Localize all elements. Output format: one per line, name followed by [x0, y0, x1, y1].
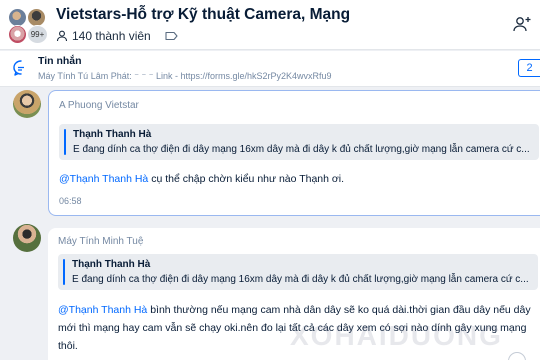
quoted-text: E đang dính ca thợ điện đi dây mạng 16xm…	[72, 274, 529, 285]
member-avatar	[8, 25, 27, 44]
member-info[interactable]: 140 thành viên	[56, 29, 178, 43]
group-title[interactable]: Vietstars-Hỗ trợ Kỹ thuật Camera, Mạng	[56, 6, 350, 24]
pinned-title: Tin nhắn	[38, 55, 82, 67]
add-member-icon[interactable]	[512, 15, 532, 33]
quoted-message[interactable]: Thạnh Thanh Hà E đang dính ca thợ điện đ…	[58, 254, 538, 290]
chat-bubble-icon	[13, 60, 24, 76]
sender-name: Máy Tính Minh Tuệ	[58, 236, 144, 247]
mention-link[interactable]: @Thạnh Thanh Hà	[58, 304, 147, 316]
chat-header: 99+ Vietstars-Hỗ trợ Kỹ thuật Camera, Mạ…	[0, 0, 540, 50]
message-content: cụ thể chập chờn kiểu như nào Thạnh ơi.	[148, 173, 345, 185]
pinned-message-bar[interactable]: Tin nhắn Máy Tính Tú Lâm Phát: ⁻ ⁻ ⁻ Lin…	[0, 51, 540, 87]
tag-icon[interactable]	[165, 31, 178, 41]
message-bubble[interactable]: A Phuong Vietstar Thạnh Thanh Hà E đang …	[48, 90, 540, 216]
member-overflow-badge: 99+	[27, 25, 48, 44]
message-text: @Thạnh Thanh Hà cụ thể chập chờn kiểu nh…	[59, 170, 344, 188]
quoted-sender: Thạnh Thanh Hà	[73, 129, 152, 140]
quoted-text: E đang dính ca thợ điện đi dây mạng 16xm…	[73, 144, 530, 155]
pinned-count-button[interactable]: 2	[518, 59, 540, 77]
quoted-message[interactable]: Thạnh Thanh Hà E đang dính ca thợ điện đ…	[59, 124, 539, 160]
avatar[interactable]	[13, 90, 41, 118]
avatar[interactable]	[13, 224, 41, 252]
user-icon	[56, 30, 68, 42]
member-count: 140 thành viên	[72, 29, 151, 43]
group-avatar[interactable]: 99+	[8, 8, 48, 44]
message-text: @Thạnh Thanh Hà bình thường nếu mạng cam…	[58, 301, 532, 355]
mention-link[interactable]: @Thạnh Thanh Hà	[59, 173, 148, 185]
message-bubble[interactable]: Máy Tính Minh Tuệ Thạnh Thanh Hà E đang …	[48, 228, 540, 360]
quoted-sender: Thạnh Thanh Hà	[72, 259, 151, 270]
message-time: 06:58	[59, 196, 82, 206]
sender-name: A Phuong Vietstar	[59, 100, 139, 111]
pinned-preview: Máy Tính Tú Lâm Phát: ⁻ ⁻ ⁻ Link - https…	[38, 71, 332, 81]
